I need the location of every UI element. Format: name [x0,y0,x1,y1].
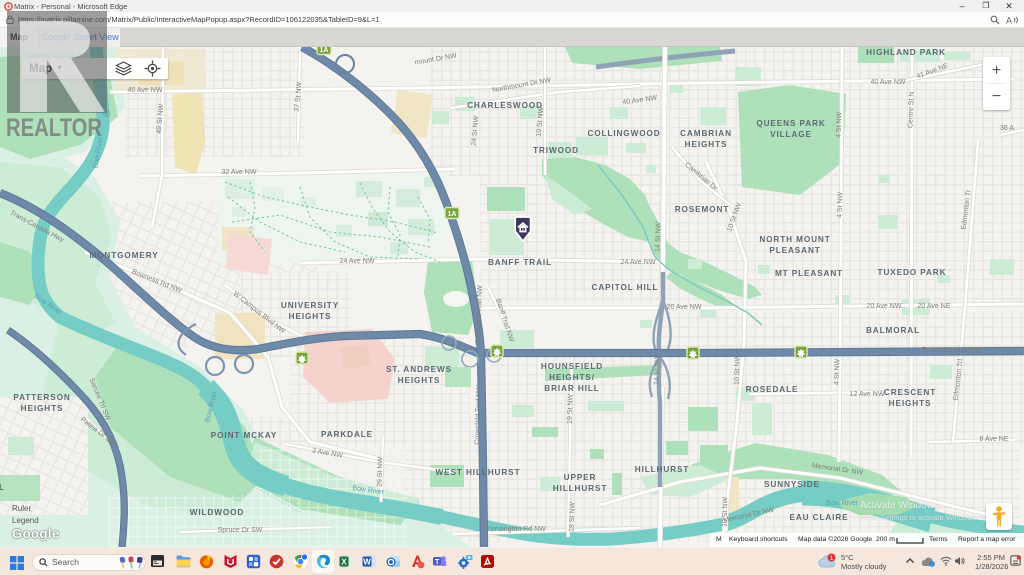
svg-text:1: 1 [830,555,834,562]
svg-text:20 Ave NW: 20 Ave NW [667,304,702,311]
svg-text:MONTGOMERY: MONTGOMERY [89,251,158,260]
svg-text:HILLHURST: HILLHURST [553,484,608,493]
svg-text:24 Ave NW: 24 Ave NW [340,258,375,265]
svg-text:PLEASANT: PLEASANT [769,246,820,255]
svg-text:PATTERSON: PATTERSON [13,393,70,402]
svg-text:1A: 1A [320,47,329,54]
svg-text:12 Ave NW: 12 Ave NW [850,391,885,398]
svg-text:8 Ave NE: 8 Ave NE [979,436,1008,443]
svg-text:UNIVERSITY: UNIVERSITY [281,301,339,310]
svg-text:W: W [363,558,371,567]
svg-text:HIGHLAND PARK: HIGHLAND PARK [866,48,946,57]
svg-text:EAU CLAIRE: EAU CLAIRE [789,513,848,522]
svg-text:BRIAR HILL: BRIAR HILL [544,384,599,393]
svg-text:SUNNYSIDE: SUNNYSIDE [764,480,820,489]
svg-text:40 Ave NW: 40 Ave NW [871,79,906,86]
svg-text:Centre St N: Centre St N [907,92,915,129]
svg-text:HEIGHTS: HEIGHTS [685,140,728,149]
svg-text:Kensington Rd NW: Kensington Rd NW [486,526,546,533]
svg-text:1A: 1A [448,211,457,218]
svg-text:TUXEDO PARK: TUXEDO PARK [878,268,947,277]
svg-text:HOUNSFIELD: HOUNSFIELD [541,362,603,371]
svg-text:HEIGHTS: HEIGHTS [289,312,332,321]
svg-text:TRIWOOD: TRIWOOD [533,146,579,155]
svg-text:ST. ANDREWS: ST. ANDREWS [386,365,452,374]
svg-text:CHARLESWOOD: CHARLESWOOD [467,101,543,110]
svg-text:14 St NW: 14 St NW [654,221,662,252]
svg-text:ROSEMONT: ROSEMONT [675,205,730,214]
svg-text:HEIGHTS/: HEIGHTS/ [549,373,595,382]
svg-text:PARKDALE: PARKDALE [321,430,373,439]
svg-text:BANFF TRAIL: BANFF TRAIL [488,258,552,267]
svg-text:HILL: HILL [0,483,5,492]
svg-text:4 St NW: 4 St NW [837,191,845,218]
svg-text:19 St NW: 19 St NW [568,501,576,532]
svg-text:40 Ave NW: 40 Ave NW [128,87,163,94]
svg-text:MT PLEASANT: MT PLEASANT [775,269,843,278]
svg-text:NORTH MOUNT: NORTH MOUNT [759,235,830,244]
svg-text:36 A: 36 A [1000,125,1014,132]
svg-text:4 St NW: 4 St NW [834,358,842,385]
svg-text:HEIGHTS: HEIGHTS [398,376,441,385]
svg-text:UPPER: UPPER [564,473,597,482]
svg-text:32 Ave NW: 32 Ave NW [222,169,257,176]
svg-text:HEIGHTS: HEIGHTS [21,404,64,413]
svg-text:CRESCENT: CRESCENT [884,388,936,397]
svg-text:ROSEDALE: ROSEDALE [746,385,799,394]
svg-text:X: X [341,558,347,567]
svg-text:T: T [435,559,440,566]
svg-text:WEST HILLHURST: WEST HILLHURST [436,468,521,477]
svg-text:HILLHURST: HILLHURST [635,465,690,474]
svg-text:BALMORAL: BALMORAL [866,326,920,335]
svg-text:CAPITOL HILL: CAPITOL HILL [592,283,659,292]
svg-text:10 St NW: 10 St NW [733,354,741,385]
svg-text:19 St NW: 19 St NW [566,393,574,424]
svg-text:VILLAGE: VILLAGE [770,130,812,139]
svg-text:A: A [1006,16,1012,26]
svg-text:29 St NW: 29 St NW [376,456,384,487]
svg-text:20 Ave NE: 20 Ave NE [918,303,951,310]
svg-text:Trans-Canada Hwy: Trans-Canada Hwy [922,347,983,354]
svg-text:i: i [932,562,933,567]
svg-text:WILDWOOD: WILDWOOD [190,508,245,517]
svg-text:COLLINGWOOD: COLLINGWOOD [587,129,660,138]
svg-text:4 St NW: 4 St NW [836,111,844,138]
svg-text:24 Ave NW: 24 Ave NW [621,259,656,266]
svg-text:CAMBRIAN: CAMBRIAN [680,129,732,138]
svg-text:Spruce Dr SW: Spruce Dr SW [218,527,263,534]
svg-text:20 Ave NW: 20 Ave NW [867,303,902,310]
svg-text:QUEENS PARK: QUEENS PARK [756,119,825,128]
svg-text:HEIGHTS: HEIGHTS [889,399,932,408]
svg-text:POINT MCKAY: POINT MCKAY [211,431,277,440]
svg-text:Bow River: Bow River [826,500,859,507]
svg-text:14 St NW: 14 St NW [653,354,661,385]
